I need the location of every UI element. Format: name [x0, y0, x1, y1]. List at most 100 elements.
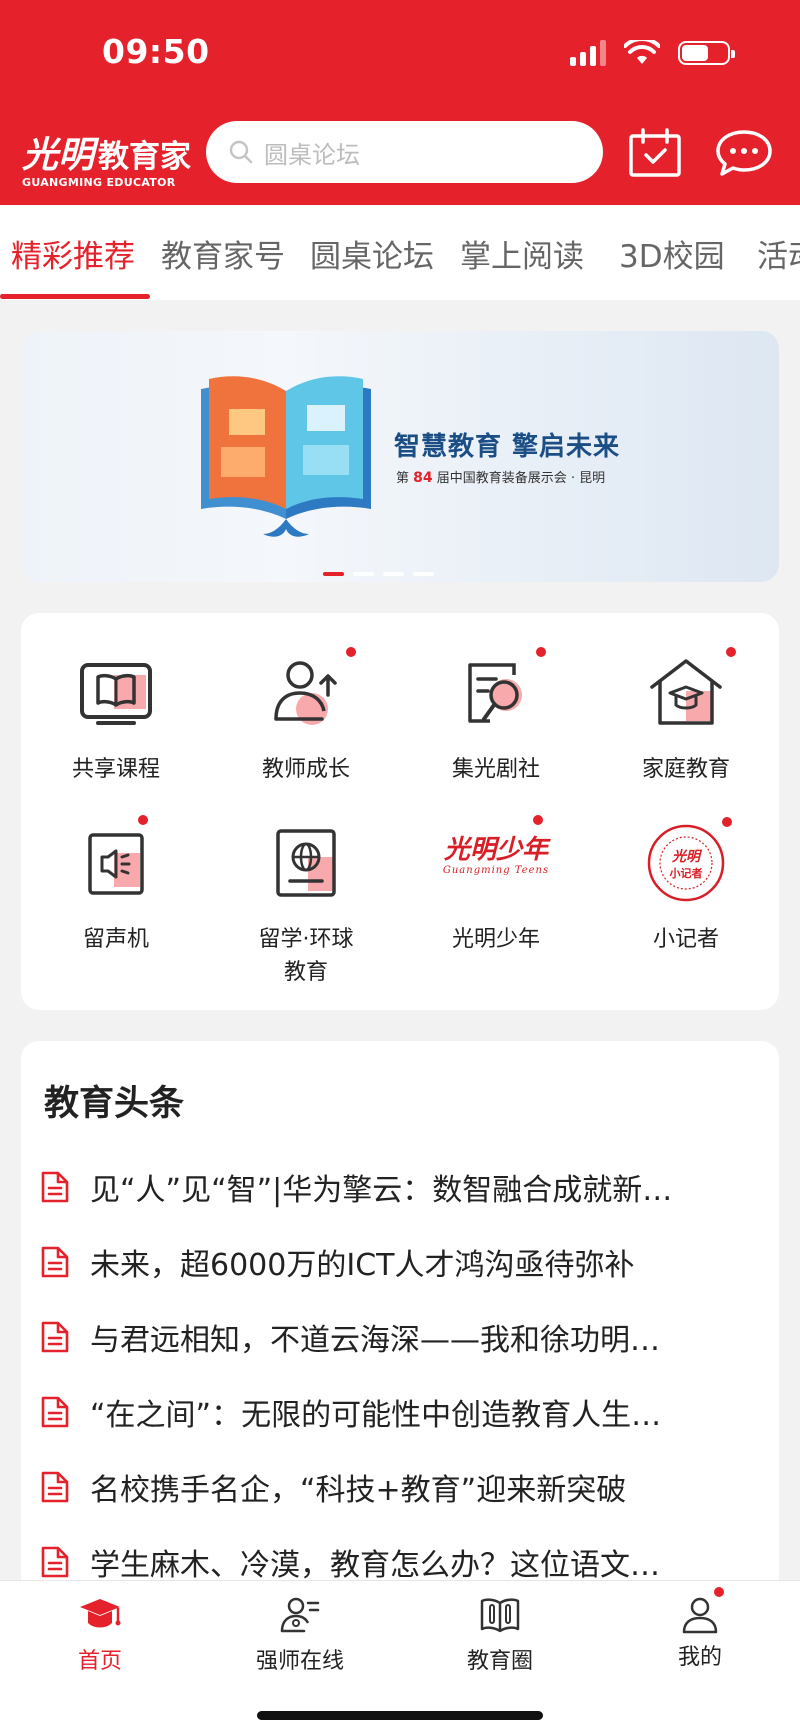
- script-search-icon: [468, 663, 522, 723]
- globe-passport-icon: [276, 829, 336, 897]
- graduation-cap-icon: [80, 1599, 121, 1628]
- grid-item-shared-courses[interactable]: 共享课程: [21, 653, 211, 786]
- svg-text:小记者: 小记者: [669, 866, 703, 880]
- news-headline: 见“人”见“智”|华为擎云：数智融合成就新…: [90, 1173, 673, 1208]
- feature-grid: 共享课程 教师成长 集光剧社 家庭教育 留声机 留学·环球 教育 光明少年 Gu…: [21, 613, 779, 1010]
- active-tab-indicator: [0, 294, 150, 299]
- tab-activities[interactable]: 活动: [757, 231, 800, 276]
- app-header: 09:50 光明 教育家 GUANGMING EDUCATOR 圆桌论坛: [0, 0, 800, 205]
- new-badge-dot: [138, 815, 148, 825]
- news-headline: 与君远相知，不道云海深——我和徐功明…: [90, 1323, 660, 1358]
- grid-item-phonograph[interactable]: 留声机: [21, 815, 211, 956]
- news-headline: 学生麻木、冷漠，教育怎么办？这位语文…: [90, 1548, 660, 1583]
- nav-mine[interactable]: 我的: [630, 1587, 770, 1671]
- document-icon: [41, 1471, 69, 1503]
- tab-mobile-reading[interactable]: 掌上阅读: [460, 231, 584, 276]
- new-badge-dot: [533, 815, 543, 825]
- tab-recommended[interactable]: 精彩推荐: [11, 231, 135, 276]
- battery-icon: [678, 41, 735, 65]
- search-icon: [229, 140, 253, 164]
- guangming-teens-logo: 光明少年 Guangming Teens: [442, 835, 550, 876]
- news-headline: 未来，超6000万的ICT人才鸿沟亟待弥补: [90, 1248, 635, 1283]
- news-item[interactable]: 名校携手名企，“科技+教育”迎来新突破: [40, 1465, 760, 1509]
- promo-banner[interactable]: 智慧教育 擎启未来 第 84 届中国教育装备展示会 · 昆明: [21, 331, 779, 582]
- calendar-check-icon[interactable]: [628, 128, 682, 178]
- tab-roundtable[interactable]: 圆桌论坛: [310, 231, 434, 276]
- message-bubble-icon[interactable]: [714, 128, 774, 178]
- status-time: 09:50: [102, 32, 210, 71]
- search-placeholder: 圆桌论坛: [264, 140, 360, 169]
- nav-teacher-online[interactable]: 强师在线: [230, 1595, 370, 1675]
- banner-subtitle: 第 84 届中国教育装备展示会 · 昆明: [396, 467, 605, 486]
- carousel-dot[interactable]: [413, 572, 434, 576]
- search-input[interactable]: 圆桌论坛: [206, 121, 603, 183]
- new-badge-dot: [536, 647, 546, 657]
- news-headline: 名校携手名企，“科技+教育”迎来新突破: [90, 1473, 627, 1508]
- grid-label: 光明少年: [451, 927, 540, 952]
- carousel-dot[interactable]: [353, 572, 374, 576]
- nav-label: 首页: [77, 1649, 122, 1674]
- book-screen-icon: [80, 663, 152, 725]
- nav-label: 教育圈: [466, 1649, 533, 1674]
- grid-item-guangming-teens[interactable]: 光明少年 Guangming Teens 光明少年: [401, 815, 591, 956]
- grid-label: 留声机: [82, 927, 149, 952]
- grid-label: 共享课程: [71, 757, 160, 782]
- document-icon: [41, 1396, 69, 1428]
- logo-subtitle: GUANGMING EDUCATOR: [22, 176, 176, 189]
- news-item[interactable]: 学生麻木、冷漠，教育怎么办？这位语文…: [40, 1540, 760, 1584]
- new-badge-dot: [722, 817, 732, 827]
- book-illustration: [201, 376, 371, 537]
- grid-label-line1: 留学·环球: [258, 927, 354, 952]
- young-journalist-seal: 光明 小记者: [647, 824, 725, 902]
- wifi-icon: [624, 40, 660, 64]
- logo-script: 光明: [22, 134, 95, 176]
- nav-label: 强师在线: [255, 1649, 344, 1674]
- tab-3d-campus[interactable]: 3D校园: [619, 231, 725, 276]
- banner-sub-prefix: 第: [396, 471, 410, 486]
- svg-text:光明: 光明: [671, 848, 703, 865]
- news-item[interactable]: 未来，超6000万的ICT人才鸿沟亟待弥补: [40, 1240, 760, 1284]
- home-indicator: [257, 1711, 543, 1720]
- carousel-dot[interactable]: [383, 572, 404, 576]
- document-icon: [41, 1246, 69, 1278]
- category-tabs: 精彩推荐 教育家号 圆桌论坛 掌上阅读 3D校园 活动: [0, 205, 800, 300]
- grid-label-line2: 教育: [283, 960, 328, 985]
- tab-educator-accounts[interactable]: 教育家号: [161, 231, 285, 276]
- cellular-signal-icon: [570, 40, 606, 66]
- grid-label: 家庭教育: [641, 757, 730, 782]
- news-headline: “在之间”：无限的可能性中创造教育人生…: [90, 1398, 662, 1433]
- grid-label: 集光剧社: [451, 757, 540, 782]
- open-book-icon: [480, 1598, 520, 1633]
- grid-item-young-journalist[interactable]: 光明 小记者 小记者: [591, 817, 781, 956]
- grid-item-study-abroad[interactable]: 留学·环球 教育: [211, 823, 401, 989]
- banner-title: 智慧教育 擎启未来: [394, 432, 621, 462]
- app-logo: 光明 教育家 GUANGMING EDUCATOR: [22, 126, 191, 189]
- new-badge-dot: [726, 647, 736, 657]
- grid-label: 留学·环球 教育: [211, 923, 401, 989]
- document-icon: [41, 1546, 69, 1578]
- grid-label: 教师成长: [261, 757, 350, 782]
- carousel-dot[interactable]: [323, 572, 344, 576]
- news-item[interactable]: 见“人”见“智”|华为擎云：数智融合成就新…: [40, 1165, 760, 1209]
- document-icon: [41, 1171, 69, 1203]
- section-title: 教育头条: [44, 1084, 185, 1124]
- teacher-online-icon: [280, 1597, 320, 1633]
- grid-item-jiguang-theater[interactable]: 集光剧社: [401, 647, 591, 786]
- document-icon: [41, 1321, 69, 1353]
- grid-label: 小记者: [652, 927, 719, 952]
- news-item[interactable]: 与君远相知，不道云海深——我和徐功明…: [40, 1315, 760, 1359]
- carousel-dots: [323, 572, 434, 576]
- speaker-icon: [88, 833, 144, 895]
- nav-label: 我的: [677, 1645, 722, 1670]
- news-item[interactable]: “在之间”：无限的可能性中创造教育人生…: [40, 1390, 760, 1434]
- nav-education-circle[interactable]: 教育圈: [430, 1595, 570, 1675]
- banner-sub-number: 84: [413, 470, 433, 486]
- new-badge-dot: [346, 647, 356, 657]
- logo-text: 教育家: [98, 139, 192, 175]
- headlines-section: 教育头条 见“人”见“智”|华为擎云：数智融合成就新… 未来，超6000万的ICT…: [21, 1041, 779, 1584]
- grid-item-family-education[interactable]: 家庭教育: [591, 647, 781, 786]
- grid-item-teacher-growth[interactable]: 教师成长: [211, 647, 401, 786]
- nav-home[interactable]: 首页: [30, 1595, 170, 1675]
- teacher-growth-icon: [274, 661, 337, 725]
- home-education-icon: [650, 659, 722, 725]
